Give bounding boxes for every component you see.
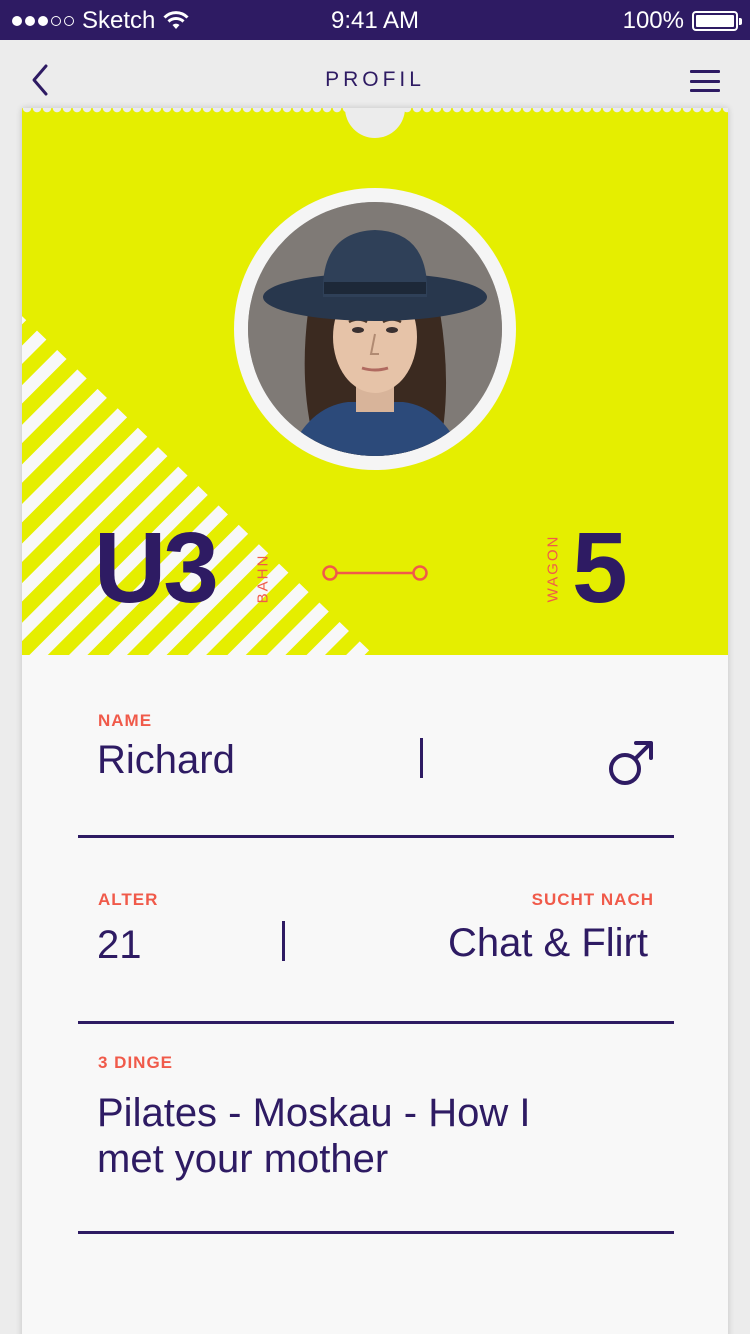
divider-1 (78, 835, 674, 838)
age-value: 21 (97, 923, 142, 967)
things-value-line2: met your mother (97, 1137, 389, 1181)
divider-2 (78, 1021, 674, 1024)
avatar (248, 202, 502, 456)
status-bar: Sketch 9:41 AM 100% (0, 0, 750, 40)
seeking-label: SUCHT NACH (531, 890, 654, 909)
name-label: NAME (98, 711, 153, 730)
hamburger-menu-icon[interactable] (690, 70, 720, 92)
page-title: PROFIL (325, 68, 425, 91)
name-separator (420, 738, 423, 778)
battery-percent: 100% (622, 7, 684, 34)
divider-3 (78, 1231, 674, 1234)
line-code: U3 (94, 512, 219, 624)
battery-icon (692, 11, 742, 31)
name-value: Richard (97, 738, 235, 782)
route-connector-icon (322, 565, 428, 581)
age-label: ALTER (98, 890, 159, 909)
wagon-label: WAGON (544, 534, 562, 603)
wagon-number: 5 (572, 512, 628, 624)
things-value-line1: Pilates - Moskau - How I (97, 1091, 531, 1135)
status-right: 100% (622, 7, 742, 35)
things-label: 3 DINGE (98, 1053, 174, 1072)
ticket-header: U3 BAHN WAGON 5 (22, 108, 728, 655)
male-symbol-icon (609, 741, 653, 785)
age-separator (282, 921, 285, 961)
profile-ticket-card: U3 BAHN WAGON 5 NAME Richard ALTER 21 SU… (22, 108, 728, 1334)
seeking-value: Chat & Flirt (447, 921, 648, 965)
line-label: BAHN (254, 553, 272, 604)
